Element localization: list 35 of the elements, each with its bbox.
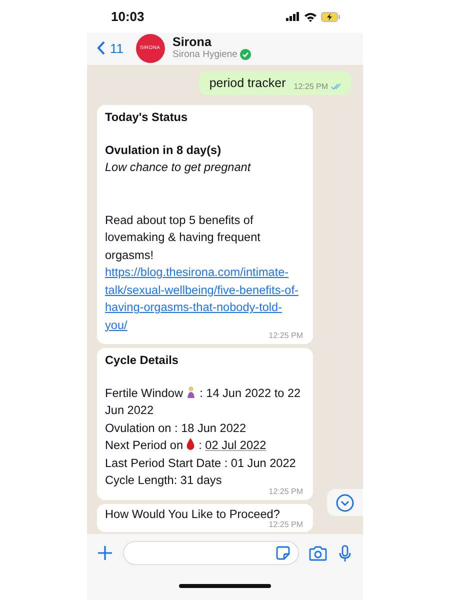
woman-icon (186, 386, 196, 398)
drop-icon (186, 438, 196, 450)
message-time: 12:25 PM (268, 331, 303, 340)
wifi-icon (304, 12, 317, 22)
detail-line: Next Period on : 02 Jul 2022 (105, 437, 268, 454)
contact-subtitle: Sirona Hygiene (172, 50, 238, 60)
message-input-field[interactable] (123, 541, 299, 565)
article-link[interactable]: https://blog.thesirona.com/intimate-talk/sexual-wellbeing/five-benefits-of-having-orgasms-that-nobody-told-you/ (105, 264, 303, 334)
message-note: Low chance to get pregnant (105, 159, 252, 176)
message-time: 12:25 PM (268, 520, 303, 529)
add-button[interactable] (95, 543, 115, 563)
chevron-icon (97, 41, 105, 55)
date-link[interactable]: 02 Jul 2022 (205, 438, 266, 452)
battery-icon (321, 12, 341, 22)
camera-button[interactable] (307, 544, 329, 562)
ovulation-countdown: Ovulation in 8 day(s) (105, 142, 222, 158)
message-heading: Today's Status (105, 109, 189, 126)
microphone-button[interactable] (337, 542, 353, 564)
detail-line: Fertile Window : 14 Jun 2022 to 22 Jun 2022 (105, 384, 302, 419)
detail-line: Ovulation on : 18 Jun 2022 (105, 420, 248, 436)
contact-name: Sirona (172, 36, 212, 50)
scroll-down-button[interactable] (327, 489, 363, 516)
message-text: How Would You Like to Proceed? (105, 506, 281, 521)
message-time: 12:25 PM (268, 486, 303, 496)
detail-line: Cycle Length: 31 days (105, 472, 223, 489)
sent-message: period tracker 12:25 PM (199, 71, 351, 95)
signal-icon (286, 12, 300, 21)
back-button[interactable]: 11 (93, 40, 128, 56)
chevron-down-icon (336, 494, 354, 512)
message-heading: Cycle Details (105, 352, 180, 369)
sticker-icon[interactable] (276, 546, 290, 560)
message-time: 12:25 PM (294, 82, 328, 91)
message-text: Read about top 5 benefits of lovemaking & having frequent orgasms! (105, 212, 262, 264)
detail-line: Last Period Start Date : 01 Jun 2022 (105, 454, 297, 472)
status-time: 10:03 (111, 9, 144, 24)
